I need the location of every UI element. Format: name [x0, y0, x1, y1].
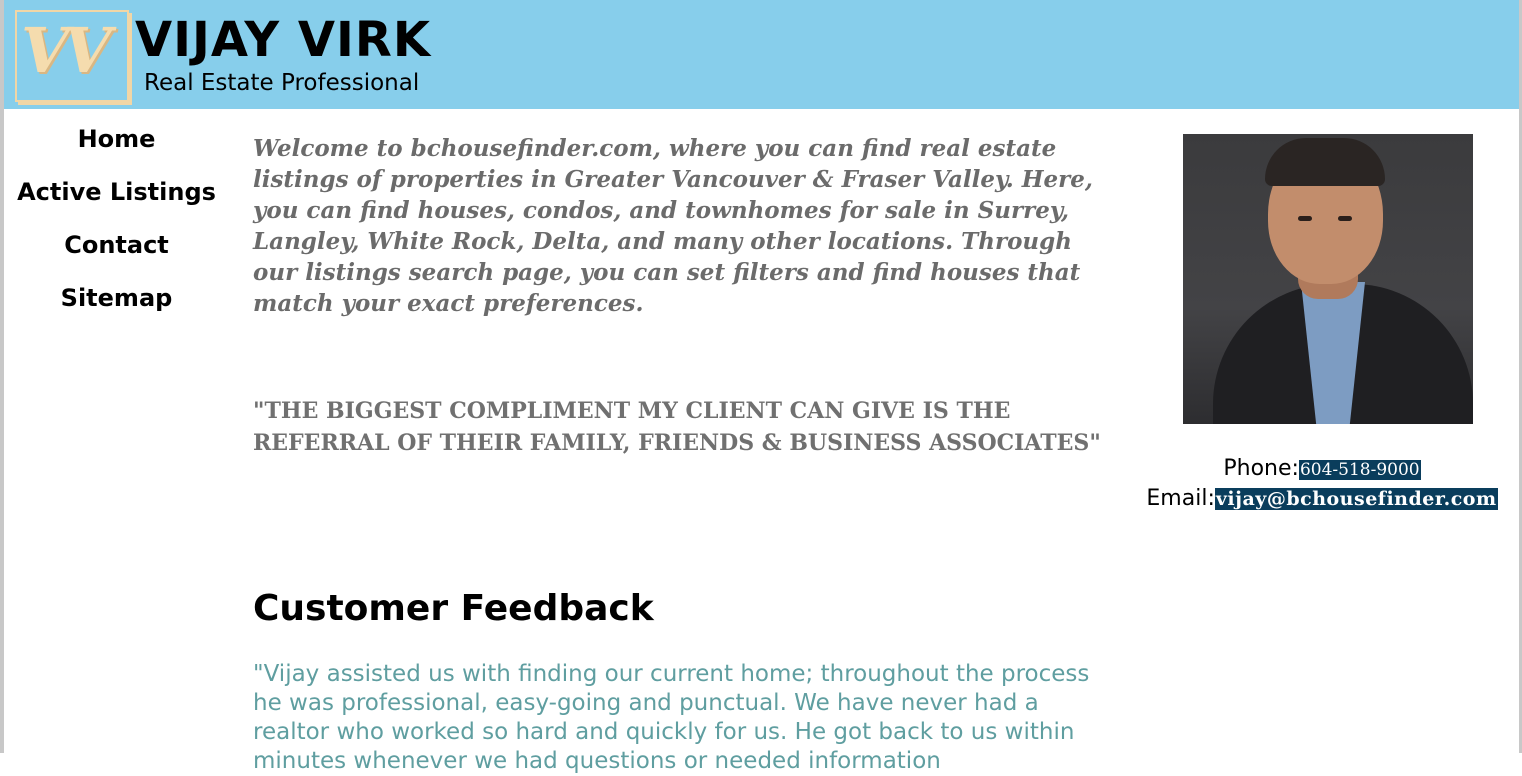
customer-feedback-text: "Vijay assisted us with finding our curr…: [253, 661, 1090, 774]
email-row: Email:vijay@bchousefinder.com: [1125, 484, 1519, 514]
welcome-paragraph: Welcome to bchousefinder.com, where you …: [253, 135, 1093, 317]
nav-active-listings-link[interactable]: Active Listings: [4, 175, 229, 228]
phone-row: Phone:604-518-9000: [1125, 454, 1519, 484]
site-tagline: Real Estate Professional: [144, 70, 420, 96]
main-content: Welcome to bchousefinder.com, where you …: [253, 133, 1123, 774]
customer-feedback-heading: Customer Feedback: [253, 588, 654, 629]
referral-quote: "THE BIGGEST COMPLIMENT MY CLIENT CAN GI…: [253, 398, 1101, 456]
nav-contact-link[interactable]: Contact: [4, 228, 229, 281]
nav-sitemap-link[interactable]: Sitemap: [4, 281, 229, 334]
photo-eye-left: [1298, 216, 1312, 221]
photo-hair: [1265, 138, 1385, 186]
site-title: VIJAY VIRK: [135, 12, 432, 68]
photo-eye-right: [1338, 216, 1352, 221]
phone-link[interactable]: 604-518-9000: [1298, 460, 1421, 480]
logo-text: VV: [21, 14, 111, 87]
agent-photo: [1183, 134, 1473, 424]
window-border-left: [0, 0, 4, 753]
sidebar-nav: Home Active Listings Contact Sitemap: [4, 122, 229, 334]
phone-label: Phone:: [1223, 456, 1299, 481]
email-label: Email:: [1146, 486, 1215, 511]
nav-home-link[interactable]: Home: [4, 122, 229, 175]
site-header: VV VIJAY VIRK Real Estate Professional: [4, 0, 1519, 109]
vv-logo[interactable]: VV: [15, 10, 129, 102]
email-link[interactable]: vijay@bchousefinder.com: [1214, 488, 1498, 510]
contact-info: Phone:604-518-9000 Email:vijay@bchousefi…: [1125, 454, 1519, 514]
